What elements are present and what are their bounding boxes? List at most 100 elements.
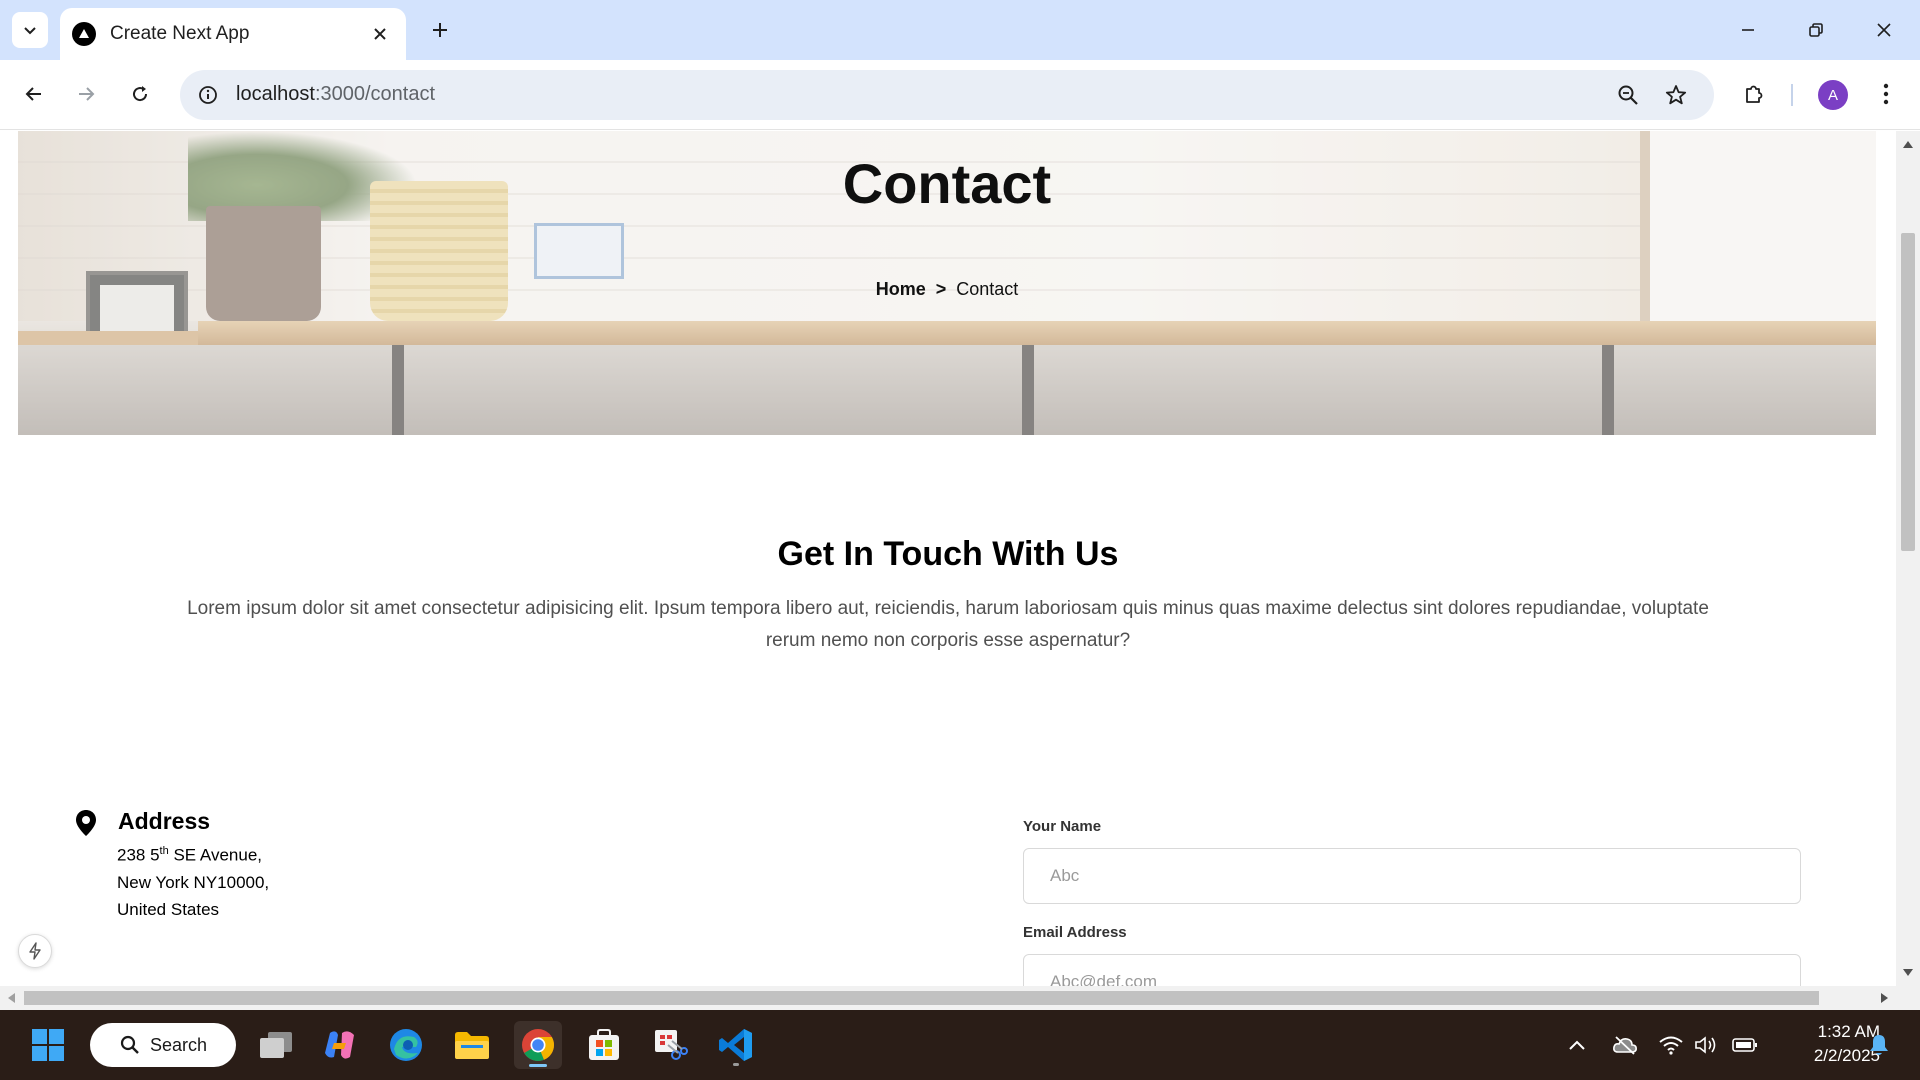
scroll-up-arrow-icon[interactable] xyxy=(1903,141,1913,148)
wifi-icon[interactable] xyxy=(1658,1033,1684,1057)
page-viewport: Contact Home > Contact Get In Touch With U… xyxy=(0,131,1896,986)
vscode-icon xyxy=(719,1029,752,1061)
nextjs-favicon-icon xyxy=(72,22,96,46)
copilot-icon xyxy=(325,1031,354,1059)
task-view-icon xyxy=(260,1032,292,1058)
system-clock[interactable]: 1:32 AM 2/2/2025 xyxy=(1766,1020,1880,1068)
breadcrumb-home-link[interactable]: Home xyxy=(876,279,926,299)
address-line-2: New York NY10000, xyxy=(117,872,270,892)
windows-logo-icon xyxy=(32,1029,64,1061)
forward-button[interactable] xyxy=(66,74,106,114)
restore-button[interactable] xyxy=(1794,10,1838,50)
section-title: Get In Touch With Us xyxy=(777,535,1119,573)
vertical-scroll-thumb[interactable] xyxy=(1901,233,1915,551)
scroll-down-arrow-icon[interactable] xyxy=(1903,969,1913,976)
active-app-indicator xyxy=(529,1064,547,1067)
horizontal-scroll-thumb[interactable] xyxy=(24,991,1819,1005)
back-button[interactable] xyxy=(14,74,54,114)
plus-icon xyxy=(433,23,447,37)
more-vertical-icon xyxy=(1883,83,1889,105)
battery-icon[interactable] xyxy=(1732,1033,1758,1057)
taskbar-vscode[interactable] xyxy=(712,1021,760,1069)
site-info-icon[interactable] xyxy=(192,79,224,111)
breadcrumb-separator: > xyxy=(935,279,947,299)
name-label: Your Name xyxy=(1023,818,1102,835)
scroll-left-arrow-icon[interactable] xyxy=(8,993,15,1003)
minimize-button[interactable] xyxy=(1726,10,1770,50)
map-pin-icon xyxy=(76,810,96,836)
zoom-icon[interactable] xyxy=(1612,79,1644,111)
name-field[interactable] xyxy=(1023,848,1801,904)
email-label: Email Address xyxy=(1023,924,1127,941)
running-app-indicator xyxy=(733,1063,739,1066)
arrow-right-icon xyxy=(79,87,95,101)
close-window-button[interactable] xyxy=(1862,10,1906,50)
clock-time: 1:32 AM xyxy=(1817,1022,1880,1041)
email-field[interactable] xyxy=(1023,954,1801,986)
arrow-left-icon xyxy=(25,87,41,101)
snipping-tool-icon xyxy=(655,1030,688,1060)
breadcrumb: Home > Contact xyxy=(18,279,1876,300)
taskbar-file-explorer[interactable] xyxy=(448,1021,496,1069)
lightning-icon xyxy=(29,942,41,960)
task-view-button[interactable] xyxy=(252,1021,300,1069)
start-button[interactable] xyxy=(24,1021,72,1069)
bookmark-star-icon[interactable] xyxy=(1660,79,1692,111)
taskbar-search[interactable]: Search xyxy=(90,1023,236,1067)
taskbar-edge[interactable] xyxy=(382,1021,430,1069)
page-title: Contact xyxy=(842,152,1052,215)
clock-date: 2/2/2025 xyxy=(1813,1046,1880,1065)
address-bar[interactable]: localhost:3000/contact xyxy=(180,70,1714,120)
taskbar-snipping-tool[interactable] xyxy=(646,1021,694,1069)
taskbar-copilot[interactable] xyxy=(316,1021,364,1069)
toolbar-divider xyxy=(1791,84,1793,106)
taskbar-chrome[interactable] xyxy=(514,1021,562,1069)
address-line-1: 238 5th SE Avenue, xyxy=(117,845,262,865)
edge-icon xyxy=(390,1029,422,1061)
extensions-button[interactable] xyxy=(1734,74,1774,114)
restore-icon xyxy=(1809,23,1823,37)
tab-title: Create Next App xyxy=(110,23,250,44)
onedrive-offline-icon[interactable] xyxy=(1612,1033,1638,1057)
address-line-3: United States xyxy=(117,899,220,919)
address-title: Address xyxy=(118,808,211,834)
store-icon xyxy=(589,1029,619,1060)
taskbar-search-label: Search xyxy=(150,1034,208,1055)
close-icon xyxy=(374,28,386,40)
show-hidden-icons-button[interactable] xyxy=(1564,1033,1590,1057)
folder-icon xyxy=(455,1032,489,1059)
menu-button[interactable] xyxy=(1866,74,1906,114)
puzzle-icon xyxy=(1746,85,1763,103)
minimize-icon xyxy=(1742,29,1754,31)
nextjs-dev-tools-button[interactable] xyxy=(18,934,52,968)
scroll-right-arrow-icon[interactable] xyxy=(1881,993,1888,1003)
volume-icon[interactable] xyxy=(1694,1033,1720,1057)
horizontal-scrollbar[interactable] xyxy=(0,986,1896,1010)
url-host: localhost xyxy=(236,83,315,105)
reload-icon xyxy=(133,86,148,102)
address-text: 238 5th SE Avenue, New York NY10000, Uni… xyxy=(117,838,269,923)
close-icon xyxy=(1877,23,1891,37)
reload-button[interactable] xyxy=(120,74,160,114)
vertical-scrollbar[interactable] xyxy=(1896,131,1920,986)
profile-avatar[interactable]: A xyxy=(1818,80,1848,110)
chrome-icon xyxy=(522,1029,554,1061)
hero-banner: Contact Home > Contact xyxy=(18,131,1876,435)
search-icon xyxy=(120,1035,139,1054)
breadcrumb-current: Contact xyxy=(956,279,1019,299)
taskbar-store[interactable] xyxy=(580,1021,628,1069)
notifications-bell-icon[interactable] xyxy=(1866,1033,1892,1057)
tab-strip: Create Next App xyxy=(0,0,1920,60)
scrollbar-corner xyxy=(1896,986,1920,1010)
new-tab-button[interactable] xyxy=(424,14,456,46)
active-tab[interactable]: Create Next App xyxy=(60,8,406,60)
chevron-down-icon xyxy=(24,27,36,35)
section-description: Lorem ipsum dolor sit amet consectetur a… xyxy=(187,598,1709,651)
tab-search-button[interactable] xyxy=(12,12,48,48)
tab-close-button[interactable] xyxy=(366,20,394,48)
url-path: :3000/contact xyxy=(314,83,436,105)
taskbar: Search 1:32 AM 2/2/2025 xyxy=(0,1010,1920,1080)
chevron-up-icon xyxy=(1569,1040,1585,1050)
url-text[interactable]: localhost:3000/contact xyxy=(236,83,435,106)
browser-toolbar: localhost:3000/contact A xyxy=(0,60,1920,130)
